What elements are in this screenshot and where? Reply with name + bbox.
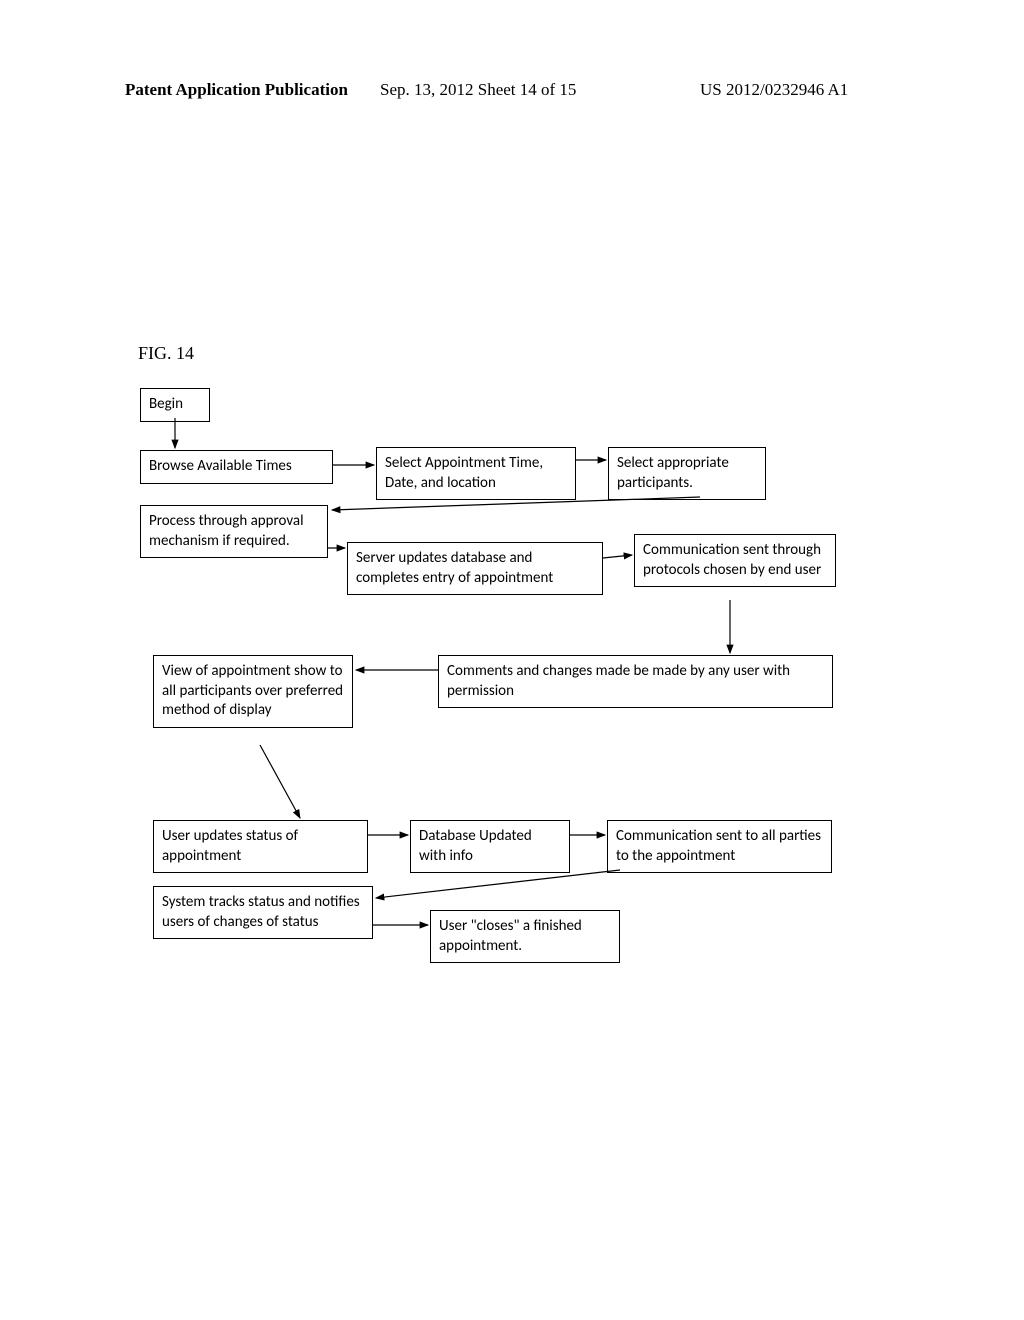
header-left: Patent Application Publication: [125, 80, 348, 100]
box-select-participants: Select appropriate participants.: [608, 447, 766, 500]
box-begin: Begin: [140, 388, 210, 422]
box-comm-protocols: Communication sent through protocols cho…: [634, 534, 836, 587]
box-comments: Comments and changes made be made by any…: [438, 655, 833, 708]
box-user-closes: User "closes" a finished appointment.: [430, 910, 620, 963]
figure-label: FIG. 14: [138, 343, 194, 364]
box-browse: Browse Available Times: [140, 450, 333, 484]
box-select-time: Select Appointment Time, Date, and locat…: [376, 447, 576, 500]
box-system-tracks: System tracks status and notifies users …: [153, 886, 373, 939]
header-right: US 2012/0232946 A1: [700, 80, 848, 100]
box-view-appt: View of appointment show to all particip…: [153, 655, 353, 728]
box-db-updated: Database Updated with info: [410, 820, 570, 873]
box-server-updates: Server updates database and completes en…: [347, 542, 603, 595]
header-mid: Sep. 13, 2012 Sheet 14 of 15: [380, 80, 576, 100]
box-comm-all: Communication sent to all parties to the…: [607, 820, 832, 873]
box-approval: Process through approval mechanism if re…: [140, 505, 328, 558]
box-user-updates: User updates status of appointment: [153, 820, 368, 873]
